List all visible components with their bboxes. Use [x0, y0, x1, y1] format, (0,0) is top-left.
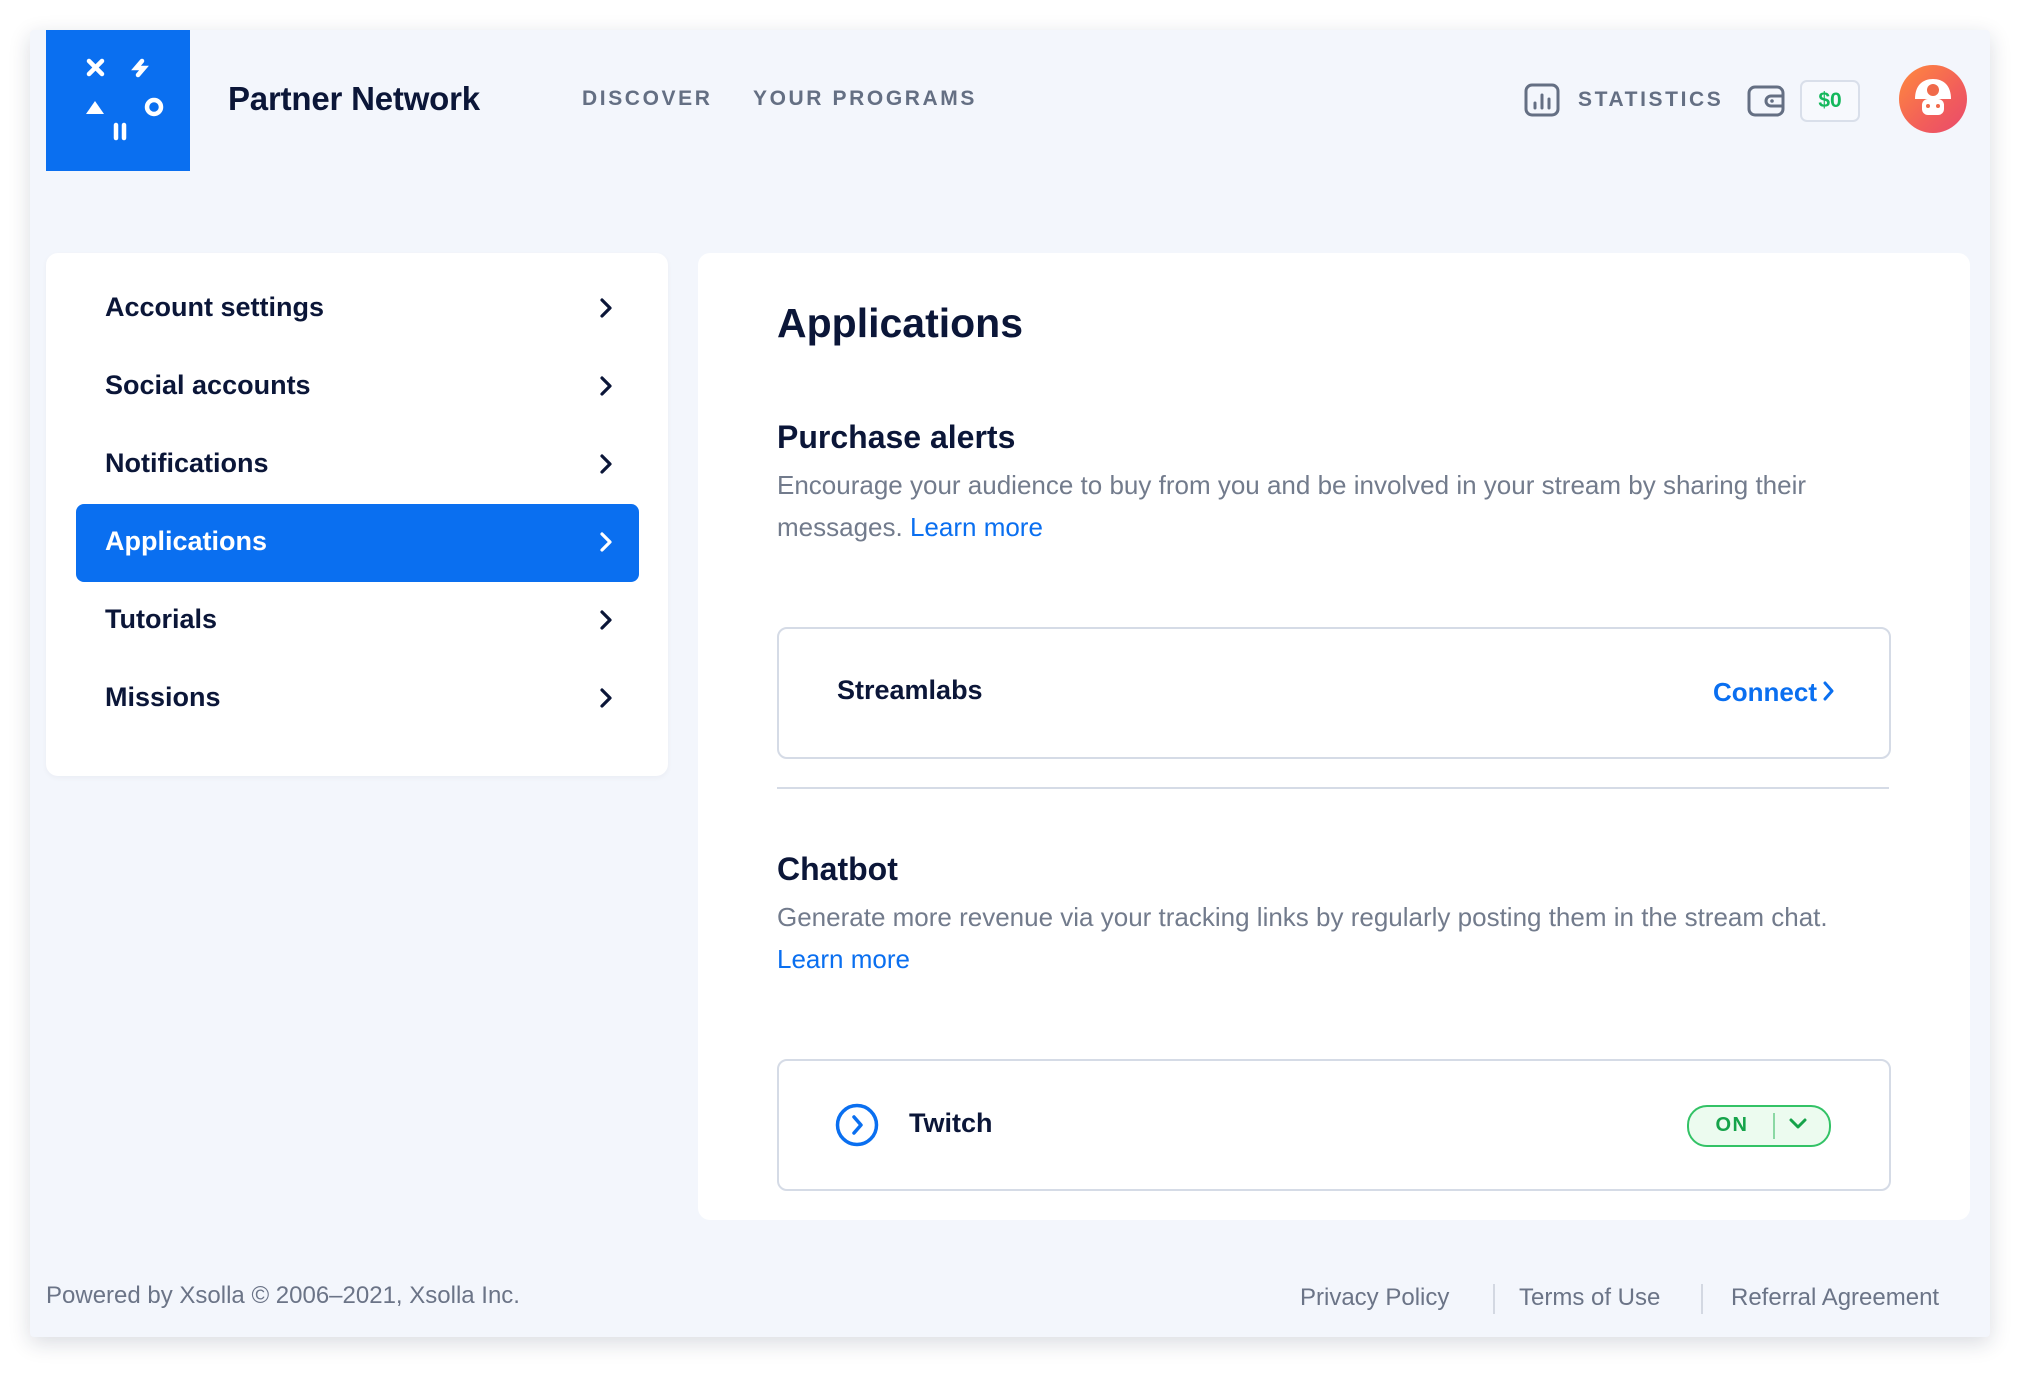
- circle-chevron-right-icon[interactable]: [835, 1103, 879, 1147]
- sidebar-item-applications[interactable]: Applications: [76, 504, 639, 582]
- app-window: Partner Network DISCOVER YOUR PROGRAMS S…: [30, 30, 1990, 1337]
- sidebar-item-label: Notifications: [105, 448, 269, 478]
- sidebar-item-label: Social accounts: [105, 370, 311, 400]
- purchase-alerts-learn-more-link[interactable]: Learn more: [910, 512, 1043, 542]
- footer-divider: [1701, 1284, 1703, 1314]
- wallet-icon: [1747, 85, 1785, 117]
- footer-privacy-policy-link[interactable]: Privacy Policy: [1300, 1284, 1449, 1312]
- chatbot-title: Chatbot: [777, 851, 898, 887]
- sidebar-item-missions[interactable]: Missions: [76, 660, 639, 738]
- streamlabs-name: Streamlabs: [837, 675, 983, 705]
- footer-referral-agreement-link[interactable]: Referral Agreement: [1731, 1284, 1939, 1312]
- chevron-down-icon[interactable]: [1787, 1116, 1809, 1132]
- footer-terms-of-use-link[interactable]: Terms of Use: [1519, 1284, 1660, 1312]
- purchase-alerts-title: Purchase alerts: [777, 419, 1016, 455]
- chevron-right-icon[interactable]: [1823, 681, 1835, 701]
- statistics-button[interactable]: STATISTICS: [1524, 83, 1723, 117]
- page-title: Applications: [777, 300, 1024, 346]
- sidebar-item-tutorials[interactable]: Tutorials: [76, 582, 639, 660]
- streamlabs-card: Streamlabs Connect: [777, 627, 1891, 759]
- chatbot-text: Generate more revenue via your tracking …: [777, 902, 1828, 932]
- chevron-right-icon: [600, 298, 612, 318]
- chatbot-learn-more-link[interactable]: Learn more: [777, 944, 910, 974]
- sidebar-item-label: Applications: [105, 526, 268, 556]
- twitch-card: Twitch ON: [777, 1059, 1891, 1191]
- wallet-button[interactable]: [1747, 85, 1787, 122]
- bar-chart-icon: [1524, 83, 1560, 117]
- sidebar-item-label: Tutorials: [105, 604, 218, 634]
- toggle-on-label: ON: [1715, 1114, 1749, 1136]
- applications-panel: Applications Purchase alerts Encourage y…: [698, 253, 1970, 1220]
- chevron-right-icon: [600, 688, 612, 708]
- twitch-status-toggle[interactable]: ON: [1687, 1105, 1831, 1147]
- chevron-right-icon: [600, 376, 612, 396]
- toggle-separator: [1773, 1113, 1775, 1139]
- statistics-label: STATISTICS: [1578, 88, 1724, 111]
- section-divider: [777, 787, 1889, 789]
- sidebar-item-notifications[interactable]: Notifications: [76, 426, 639, 504]
- footer-divider: [1493, 1284, 1495, 1314]
- mushroom-avatar-icon: [1915, 79, 1951, 115]
- footer-copyright: Powered by Xsolla © 2006–2021, Xsolla In…: [46, 1282, 520, 1309]
- brand-title[interactable]: Partner Network: [228, 80, 480, 118]
- sidebar-item-label: Account settings: [105, 292, 325, 322]
- chatbot-description: Generate more revenue via your tracking …: [777, 896, 1897, 980]
- settings-sidebar: Account settings Social accounts Notific…: [46, 253, 668, 776]
- avatar[interactable]: [1899, 65, 1967, 133]
- xsolla-logo-icon: [86, 58, 164, 141]
- nav-your-programs[interactable]: YOUR PROGRAMS: [753, 87, 977, 111]
- sidebar-item-social-accounts[interactable]: Social accounts: [76, 348, 639, 426]
- chevron-right-icon: [600, 454, 612, 474]
- sidebar-item-account-settings[interactable]: Account settings: [76, 270, 639, 348]
- sidebar-item-label: Missions: [105, 682, 221, 712]
- twitch-name: Twitch: [909, 1108, 993, 1138]
- nav-discover[interactable]: DISCOVER: [582, 87, 713, 111]
- chevron-right-icon: [600, 532, 612, 552]
- balance-badge[interactable]: $0: [1800, 80, 1860, 122]
- streamlabs-connect-button[interactable]: Connect: [1713, 677, 1817, 708]
- chevron-right-icon: [600, 610, 612, 630]
- purchase-alerts-description: Encourage your audience to buy from you …: [777, 464, 1897, 548]
- logo[interactable]: [46, 30, 190, 171]
